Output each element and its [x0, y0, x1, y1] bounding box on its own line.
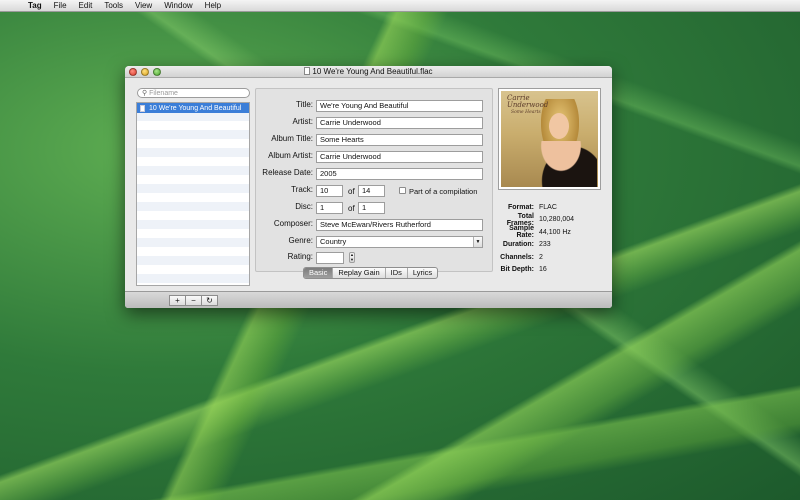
compilation-checkbox[interactable] — [399, 187, 406, 194]
composer-field[interactable]: Steve McEwan/Rivers Rutherford — [316, 219, 483, 231]
menu-window[interactable]: Window — [158, 1, 198, 10]
album-artwork[interactable]: Carrie Underwood Some Hearts — [498, 88, 601, 190]
artist-label: Artist: — [292, 117, 313, 126]
close-window-button[interactable] — [129, 68, 137, 76]
channels-value: 2 — [539, 253, 543, 261]
composer-label: Composer: — [273, 219, 313, 228]
artist-field[interactable]: Carrie Underwood — [316, 117, 483, 129]
album-cover-image: Carrie Underwood Some Hearts — [501, 91, 598, 187]
window-controls — [129, 68, 161, 76]
rating-stepper[interactable]: ▲ ▼ — [349, 252, 355, 263]
window-title: 10 We're Young And Beautiful.flac — [312, 67, 433, 76]
cover-artist-text: Carrie Underwood — [507, 94, 549, 109]
track-of-label: of — [348, 187, 355, 196]
album-title-label: Album Title: — [271, 134, 313, 143]
title-label: Title: — [295, 100, 313, 109]
title-field[interactable]: We're Young And Beautiful — [316, 100, 483, 112]
menu-file[interactable]: File — [48, 1, 73, 10]
track-total-field[interactable]: 14 — [358, 185, 385, 197]
genre-label: Genre: — [288, 236, 313, 245]
menu-tools[interactable]: Tools — [98, 1, 129, 10]
menu-edit[interactable]: Edit — [73, 1, 99, 10]
chevron-down-icon[interactable]: ▼ — [473, 237, 482, 247]
release-date-field[interactable]: 2005 — [316, 168, 483, 180]
channels-label: Channels: — [500, 253, 534, 261]
cover-album-text: Some Hearts — [511, 110, 541, 115]
rating-field[interactable] — [316, 252, 344, 264]
genre-value: Country — [320, 237, 347, 246]
duration-label: Duration: — [502, 241, 534, 249]
title-bar[interactable]: 10 We're Young And Beautiful.flac — [125, 66, 612, 78]
rating-label: Rating: — [287, 252, 313, 261]
album-artist-label: Album Artist: — [268, 151, 313, 160]
filename-search-field[interactable]: ⚲ Filename — [137, 88, 250, 98]
track-number-field[interactable]: 10 — [316, 185, 343, 197]
tag-window: 10 We're Young And Beautiful.flac ⚲ File… — [125, 66, 612, 308]
tab-lyrics[interactable]: Lyrics — [408, 268, 437, 278]
format-label: Format: — [507, 203, 534, 211]
document-icon — [304, 67, 311, 75]
menu-view[interactable]: View — [129, 1, 158, 10]
bit-depth-value: 16 — [539, 266, 547, 274]
remove-file-button[interactable]: − — [185, 295, 202, 306]
format-value: FLAC — [539, 203, 557, 211]
disc-of-label: of — [348, 204, 355, 213]
menu-help[interactable]: Help — [199, 1, 227, 10]
tab-replay-gain[interactable]: Replay Gain — [333, 268, 386, 278]
menu-bar: Tag File Edit Tools View Window Help — [0, 0, 800, 12]
file-info: Format: FLAC Total Frames: 10,280,004 Samp… — [497, 201, 607, 276]
refresh-icon[interactable]: ↻ — [201, 295, 218, 306]
bottom-toolbar: + − ↻ — [125, 291, 612, 308]
tab-ids[interactable]: IDs — [386, 268, 408, 278]
file-buttons: + − ↻ — [169, 295, 218, 306]
sample-rate-value: 44,100 Hz — [539, 228, 571, 236]
add-file-button[interactable]: + — [169, 295, 186, 306]
album-artist-field[interactable]: Carrie Underwood — [316, 151, 483, 163]
duration-value: 233 — [539, 241, 551, 249]
file-name: 10 We're Young And Beautiful — [149, 104, 242, 112]
track-label: Track: — [291, 185, 313, 194]
tab-basic[interactable]: Basic — [304, 268, 334, 278]
compilation-label: Part of a compilation — [409, 187, 478, 196]
file-icon — [140, 104, 145, 112]
tab-bar: Basic Replay Gain IDs Lyrics — [303, 267, 439, 279]
release-date-label: Release Date: — [262, 168, 313, 177]
minimize-window-button[interactable] — [141, 68, 149, 76]
total-frames-value: 10,280,004 — [539, 216, 575, 224]
search-icon: ⚲ — [142, 90, 148, 97]
sample-rate-label: Sample Rate: — [509, 225, 534, 240]
menu-app-name[interactable]: Tag — [22, 1, 48, 10]
tag-form-panel: Title: We're Young And Beautiful Artist:… — [255, 88, 493, 272]
disc-label: Disc: — [295, 202, 313, 211]
album-title-field[interactable]: Some Hearts — [316, 134, 483, 146]
zoom-window-button[interactable] — [153, 68, 161, 76]
bit-depth-label: Bit Depth: — [500, 266, 534, 274]
search-placeholder: Filename — [149, 89, 178, 97]
disc-total-field[interactable]: 1 — [358, 202, 385, 214]
genre-combobox[interactable]: Country ▼ — [316, 236, 483, 248]
disc-number-field[interactable]: 1 — [316, 202, 343, 214]
